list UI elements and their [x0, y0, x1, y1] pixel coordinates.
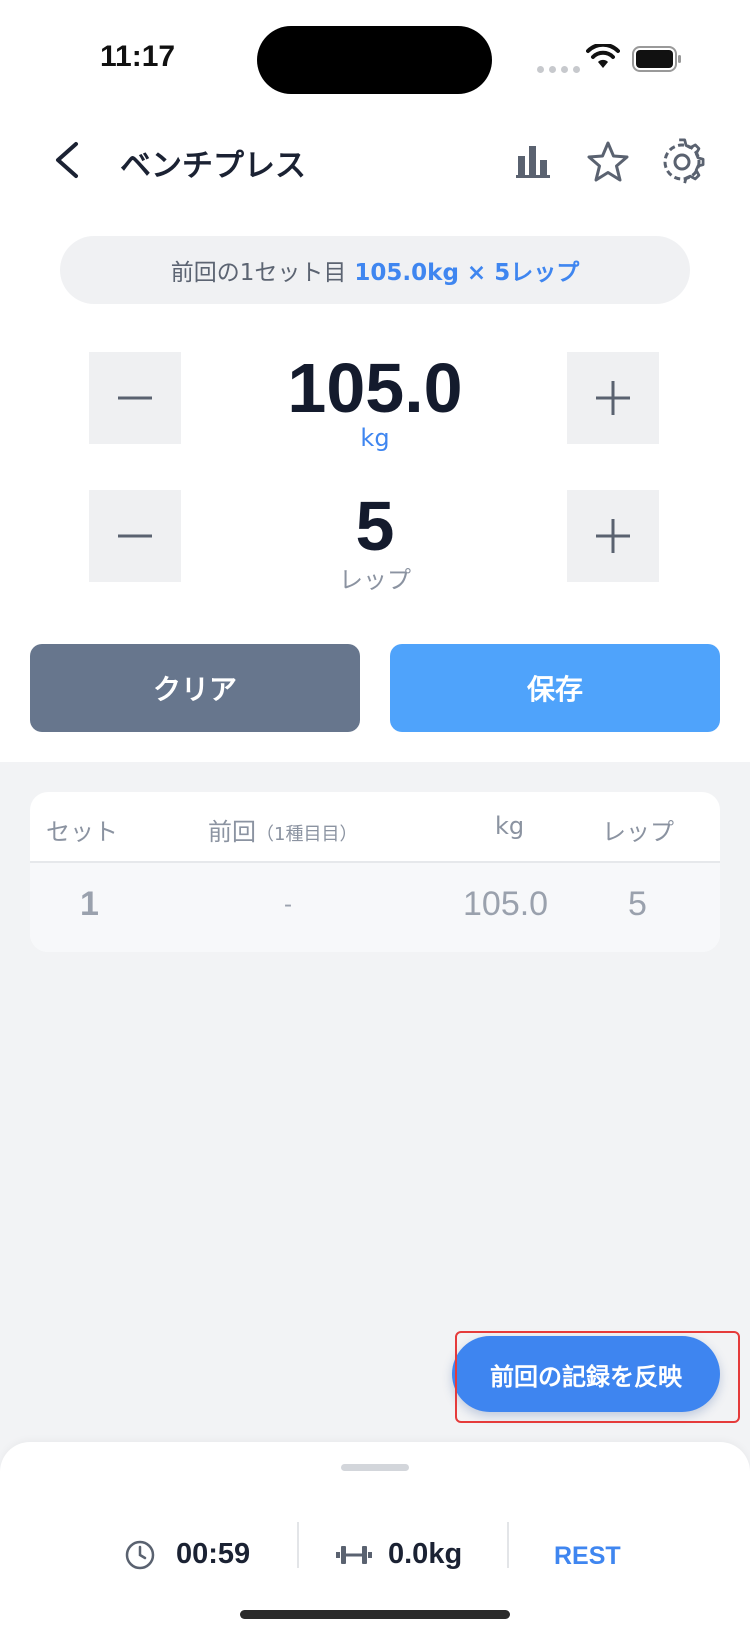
- wifi-icon: [586, 44, 620, 68]
- table-row[interactable]: 1 - 105.0 5: [30, 863, 720, 952]
- reps-value: 5: [355, 487, 395, 565]
- stats-chart-icon[interactable]: [510, 138, 558, 186]
- sheet-grab-handle[interactable]: [341, 1464, 409, 1471]
- cellular-signal-icon: [537, 66, 580, 73]
- column-header-reps: レップ: [602, 818, 674, 846]
- column-header-previous-sub: （1種目目）: [256, 824, 358, 845]
- total-weight-value: 0.0kg: [388, 1538, 463, 1570]
- previous-set-label: 前回の1セット目: [170, 260, 347, 286]
- weight-unit: kg: [360, 424, 390, 452]
- status-time: 11:17: [100, 40, 176, 73]
- divider: [297, 1522, 299, 1568]
- column-header-set: セット: [46, 818, 118, 846]
- column-header-kg: kg: [495, 812, 525, 840]
- weight-decrement-button[interactable]: [89, 352, 181, 444]
- dumbbell-icon: [336, 1545, 372, 1564]
- column-header-previous: 前回（1種目目）: [208, 812, 357, 847]
- minus-icon: [118, 396, 152, 400]
- row-kg: 105.0: [463, 885, 549, 923]
- plus-icon: [596, 519, 630, 553]
- weight-value: 105.0: [287, 349, 463, 427]
- divider: [507, 1522, 509, 1568]
- rest-timer: 00:59: [124, 1538, 250, 1571]
- reps-decrement-button[interactable]: [89, 490, 181, 582]
- row-reps: 5: [628, 885, 647, 923]
- previous-set-value: 105.0kg × 5レップ: [354, 260, 580, 286]
- row-previous: -: [284, 891, 292, 918]
- clear-button[interactable]: クリア: [30, 644, 360, 732]
- row-set-number: 1: [80, 885, 99, 923]
- battery-icon: [632, 46, 681, 72]
- previous-set-info: 前回の1セット目 105.0kg × 5レップ: [60, 236, 690, 304]
- rest-button[interactable]: REST: [554, 1542, 621, 1571]
- home-indicator: [240, 1610, 510, 1619]
- save-button[interactable]: 保存: [390, 644, 720, 732]
- reps-increment-button[interactable]: [567, 490, 659, 582]
- top-panel: 11:17 ベンチプレス 前回の1セット目 105.0kg × 5レップ 105…: [0, 0, 750, 762]
- plus-icon: [596, 381, 630, 415]
- reps-unit: レップ: [339, 566, 411, 594]
- sets-table: セット 前回（1種目目） kg レップ 1 - 105.0 5: [30, 792, 720, 952]
- bottom-sheet[interactable]: 00:59 0.0kg REST: [0, 1442, 750, 1631]
- clock-icon: [125, 1540, 155, 1569]
- highlight-annotation: [455, 1331, 740, 1423]
- rest-button-label: REST: [554, 1542, 621, 1570]
- timer-value: 00:59: [176, 1538, 251, 1570]
- back-chevron-icon[interactable]: [48, 138, 88, 182]
- page-title: ベンチプレス: [120, 148, 306, 184]
- dynamic-island: [257, 26, 492, 94]
- weight-increment-button[interactable]: [567, 352, 659, 444]
- column-header-previous-label: 前回: [208, 818, 256, 846]
- minus-icon: [118, 534, 152, 538]
- favorite-star-icon[interactable]: [584, 138, 632, 186]
- total-weight: 0.0kg: [336, 1538, 462, 1571]
- settings-gear-icon[interactable]: [658, 138, 706, 186]
